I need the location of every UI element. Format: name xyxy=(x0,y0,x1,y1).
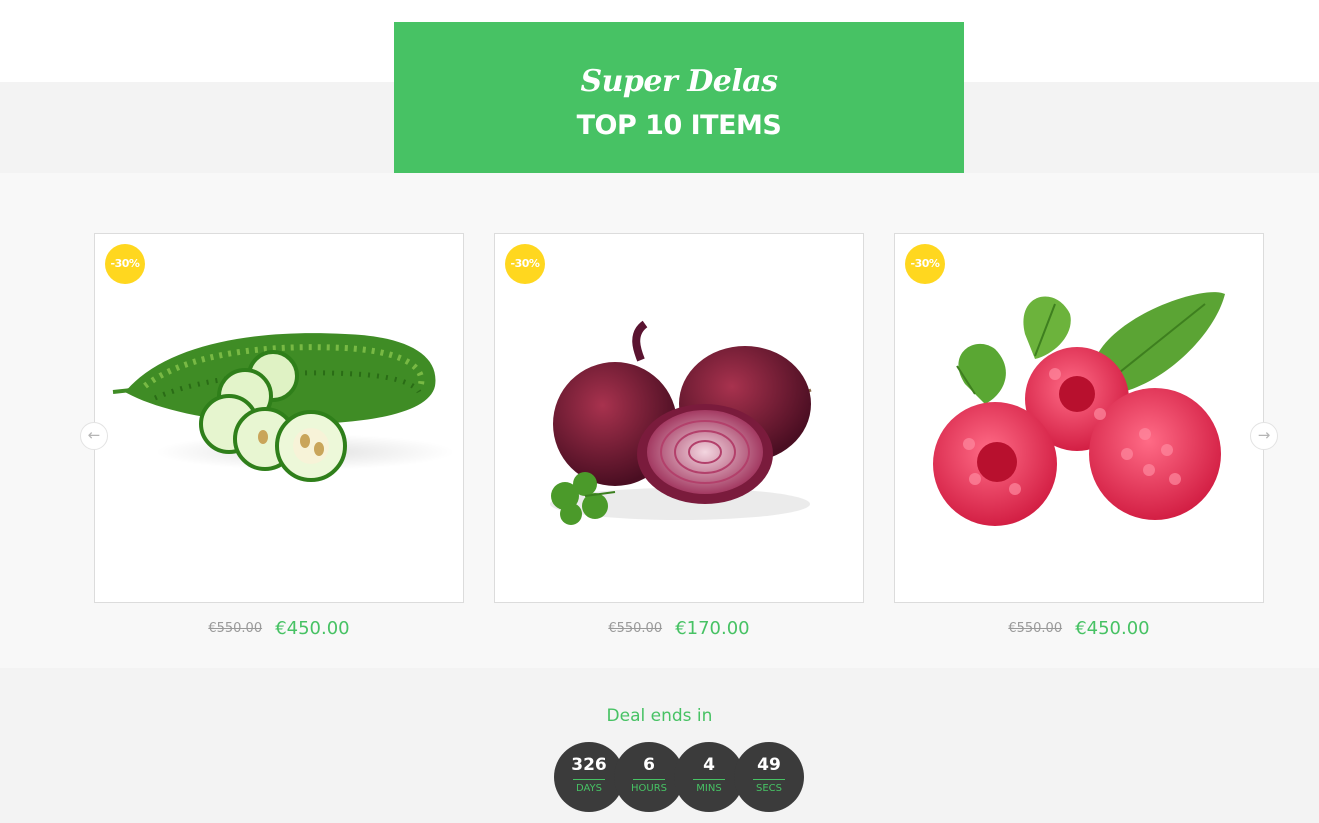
product-price: €550.00 €170.00 xyxy=(494,618,864,639)
page: Super Delas TOP 10 ITEMS -30% -30% -30% … xyxy=(0,0,1319,823)
product-card[interactable]: -30% xyxy=(94,233,464,603)
carousel-next-button[interactable]: → xyxy=(1250,422,1278,450)
product-name-clipped xyxy=(494,648,864,668)
divider xyxy=(693,779,725,780)
product-name-clipped xyxy=(94,648,464,668)
arrow-left-icon: ← xyxy=(87,426,101,444)
divider xyxy=(573,779,605,780)
product-card[interactable]: -30% xyxy=(494,233,864,603)
product-price: €550.00 €450.00 xyxy=(94,618,464,639)
countdown-value: 49 xyxy=(757,755,781,775)
divider xyxy=(753,779,785,780)
discount-badge: -30% xyxy=(905,244,945,284)
sale-price: €170.00 xyxy=(675,618,750,639)
arrow-right-icon: → xyxy=(1257,426,1271,444)
product-price: €550.00 €450.00 xyxy=(894,618,1264,639)
product-name-clipped xyxy=(894,648,1264,668)
section-banner: Super Delas TOP 10 ITEMS xyxy=(394,22,964,173)
banner-title: TOP 10 ITEMS xyxy=(576,110,782,141)
discount-badge: -30% xyxy=(505,244,545,284)
countdown-unit: SECS xyxy=(756,783,782,794)
countdown-secs: 49 SECS xyxy=(734,742,804,812)
old-price: €550.00 xyxy=(1008,621,1063,636)
banner-script-title: Super Delas xyxy=(580,64,778,99)
product-card[interactable]: -30% xyxy=(894,233,1264,603)
red-onion-image xyxy=(550,320,812,525)
old-price: €550.00 xyxy=(608,621,663,636)
deal-ends-label: Deal ends in xyxy=(606,706,713,726)
sale-price: €450.00 xyxy=(1075,618,1150,639)
raspberries-image xyxy=(933,292,1225,526)
old-price: €550.00 xyxy=(208,621,263,636)
divider xyxy=(633,779,665,780)
carousel-prev-button[interactable]: ← xyxy=(80,422,108,450)
discount-badge: -30% xyxy=(105,244,145,284)
sale-price: €450.00 xyxy=(275,618,350,639)
bitter-gourd-image xyxy=(112,333,455,482)
